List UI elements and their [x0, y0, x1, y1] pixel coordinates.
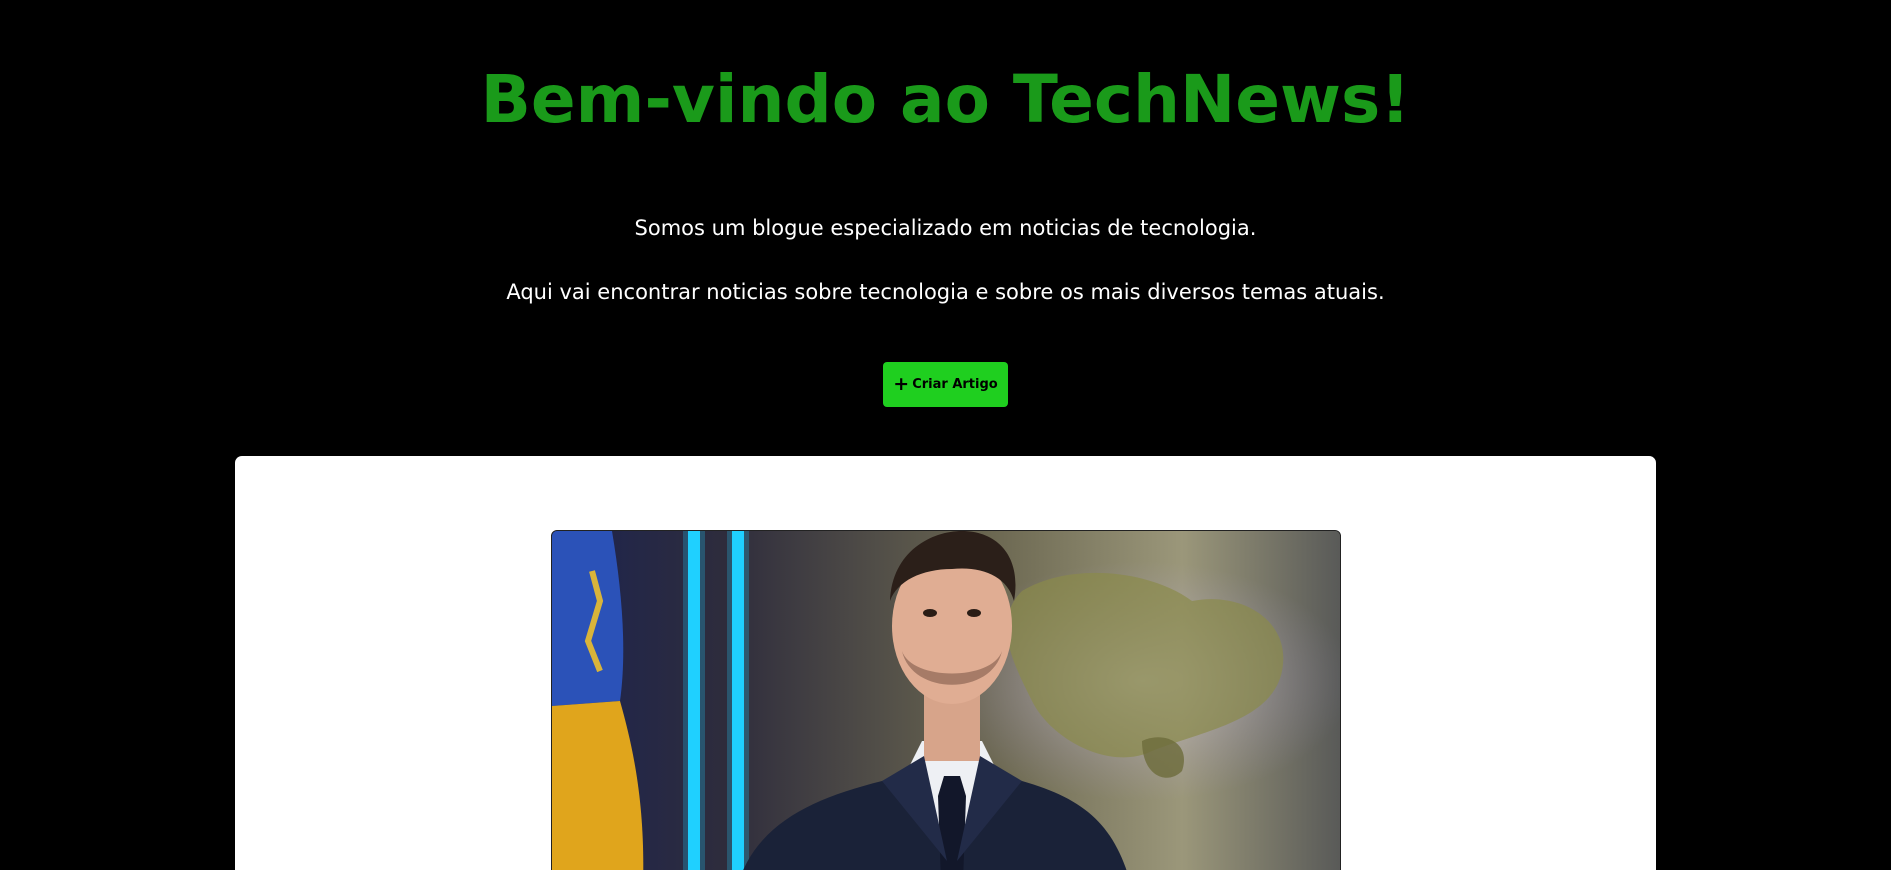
create-article-button[interactable]: + Criar Artigo	[883, 362, 1008, 407]
intro-text-line-1: Somos um blogue especializado em noticia…	[634, 216, 1257, 240]
article-photo	[552, 531, 1340, 870]
page-title: Bem-vindo ao TechNews!	[480, 61, 1411, 138]
article-image[interactable]	[551, 530, 1341, 870]
article-card	[235, 456, 1656, 870]
create-article-label: Criar Artigo	[912, 377, 998, 392]
plus-icon: +	[893, 373, 910, 395]
intro-text-line-2: Aqui vai encontrar noticias sobre tecnol…	[506, 280, 1385, 304]
page: Bem-vindo ao TechNews! Somos um blogue e…	[0, 0, 1891, 870]
